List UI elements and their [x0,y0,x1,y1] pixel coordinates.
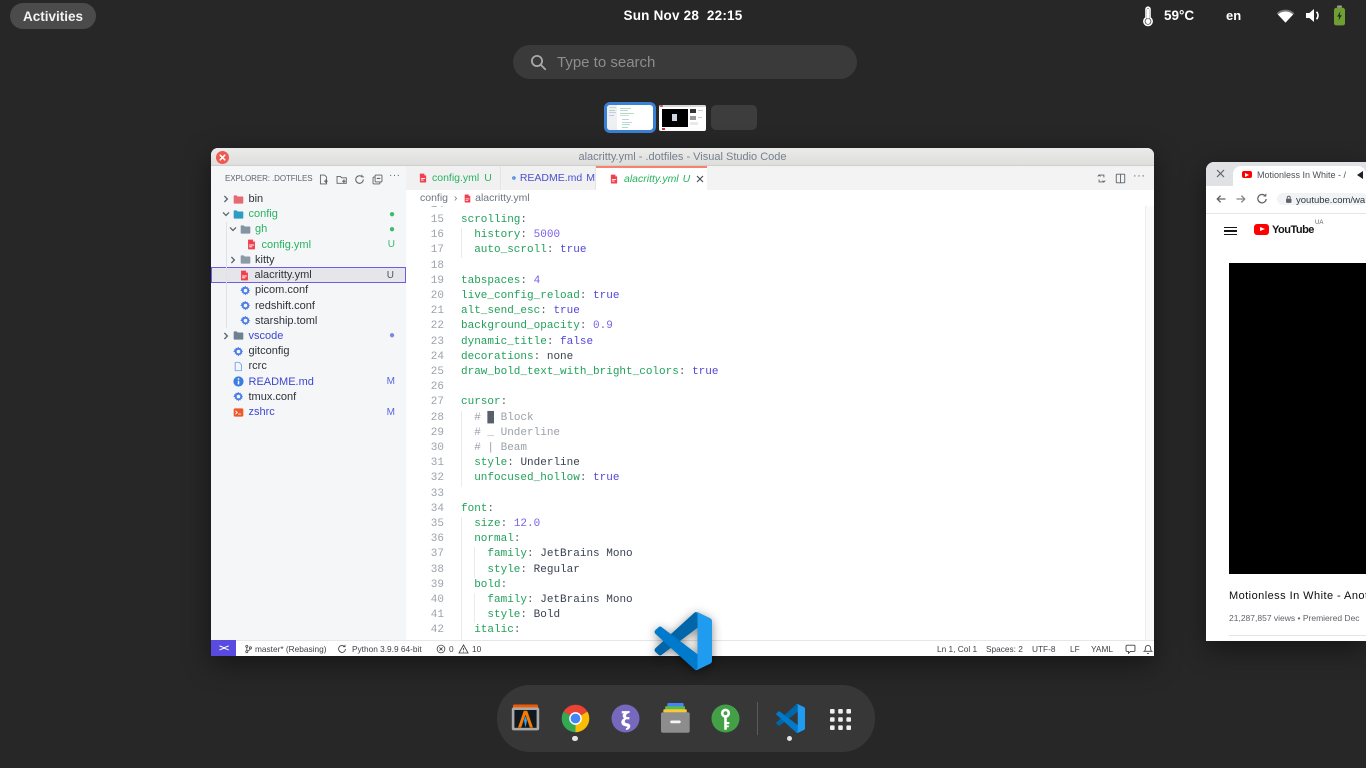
svg-text:ξ: ξ [621,708,630,730]
